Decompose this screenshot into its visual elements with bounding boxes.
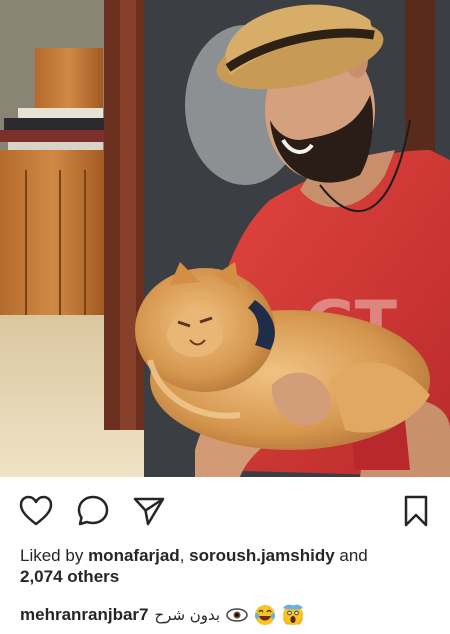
likes-connector: and <box>339 546 368 565</box>
instagram-post: GT <box>0 0 450 634</box>
post-photo-illustration: GT <box>0 0 450 477</box>
post-photo[interactable]: GT <box>0 0 450 477</box>
heart-outline-icon[interactable] <box>18 493 54 529</box>
paper-plane-icon[interactable] <box>131 493 167 529</box>
caption-text: بدون شرح <box>154 606 221 624</box>
caption-username[interactable]: mehranranjbar7 <box>20 604 149 626</box>
liker-username-1[interactable]: monafarjad <box>88 546 180 565</box>
action-bar <box>0 477 450 543</box>
tears-of-joy-emoji-icon <box>254 604 276 626</box>
likes-summary: Liked by monafarjad, soroush.jamshidy an… <box>20 545 435 587</box>
liker-username-2[interactable]: soroush.jamshidy <box>189 546 334 565</box>
eye-emoji-icon <box>226 604 248 626</box>
likes-count-link[interactable]: 2,074 others <box>20 567 119 586</box>
likes-separator: , <box>179 546 185 565</box>
bookmark-icon[interactable] <box>398 493 434 529</box>
speech-bubble-icon[interactable] <box>75 493 111 529</box>
post-caption: mehranranjbar7 بدون شرح <box>20 602 440 628</box>
screaming-face-emoji-icon <box>282 604 304 626</box>
liked-by-label: Liked by <box>20 546 84 565</box>
